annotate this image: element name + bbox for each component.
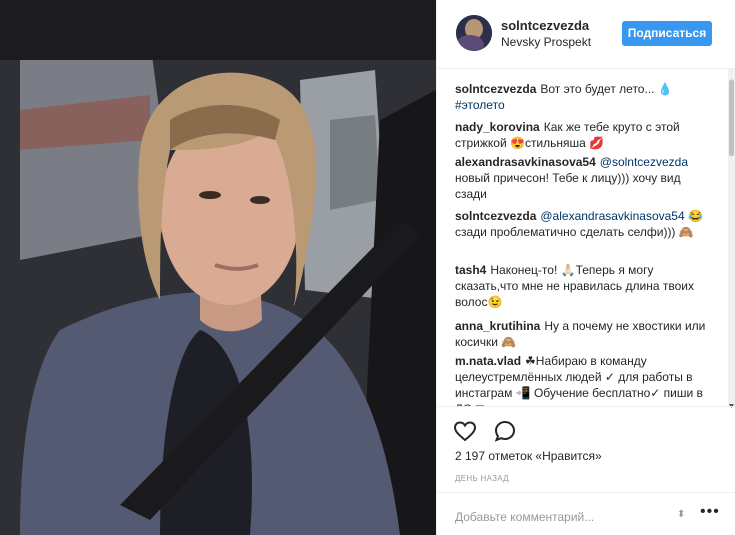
scroll-up-arrow-icon[interactable] [728,71,735,83]
post-photo[interactable] [0,0,436,535]
add-comment-bar: Добавьте комментарий... ⬍ ••• [437,492,735,535]
comment-item: solntcezvezda Вот это будет лето... 💧 #эт… [455,81,715,113]
mention-link[interactable]: @solntcezvezda [600,155,688,169]
comment-item: tash4 Наконец-то! 🙏🏻Теперь я могу сказать… [455,262,715,310]
comment-item: nady_korovina Как же тебе круто с этой ст… [455,119,715,151]
speech-bubble-icon[interactable] [493,419,517,443]
comment-username[interactable]: solntcezvezda [455,209,536,223]
resize-arrows-icon: ⬍ [677,509,686,520]
post-timestamp: ДЕНЬ НАЗАД [455,474,509,483]
comment-text: Наконец-то! 🙏🏻Теперь я могу сказать,что … [455,263,694,309]
comment-username[interactable]: m.nata.vlad [455,354,521,368]
scroll-down-arrow-icon[interactable] [728,396,735,408]
mention-link[interactable]: @alexandrasavkinasova54 [540,209,684,223]
hashtag-link[interactable]: #этолето [455,98,505,112]
post-header: solntcezvezda Nevsky Prospekt Подписатьс… [437,0,735,69]
scrollbar-thumb[interactable] [729,80,734,156]
likes-count[interactable]: 2 197 отметок «Нравится» [455,449,602,463]
follow-button[interactable]: Подписаться [622,21,712,46]
comment-item: alexandrasavkinasova54 @solntcezvezda нов… [455,154,715,202]
add-comment-input[interactable]: Добавьте комментарий... [455,510,594,524]
comment-text: новый причесон! Тебе к лицу))) хочу вид … [455,171,681,201]
selfie-image [0,0,436,535]
heart-icon[interactable] [453,419,477,443]
comment-item: m.nata.vlad ☘Набираю в команду целеустрем… [455,353,715,406]
post-username[interactable]: solntcezvezda [501,18,589,33]
more-dots-icon[interactable]: ••• [700,503,720,521]
comments-list: solntcezvezda Вот это будет лето... 💧 #эт… [437,69,731,406]
comment-username[interactable]: anna_krutihina [455,319,540,333]
comment-username[interactable]: solntcezvezda [455,82,536,96]
comment-username[interactable]: nady_korovina [455,120,540,134]
comment-item: anna_krutihina Ну а почему не хвостики ил… [455,318,715,350]
comment-item: solntcezvezda @alexandrasavkinasova54 😂 с… [455,208,715,240]
post-details-panel: solntcezvezda Nevsky Prospekt Подписатьс… [436,0,735,535]
avatar[interactable] [456,15,492,51]
comment-username[interactable]: tash4 [455,263,486,277]
post-location[interactable]: Nevsky Prospekt [501,35,591,49]
comment-username[interactable]: alexandrasavkinasova54 [455,155,596,169]
comment-text: Вот это будет лето... 💧 [540,82,673,96]
